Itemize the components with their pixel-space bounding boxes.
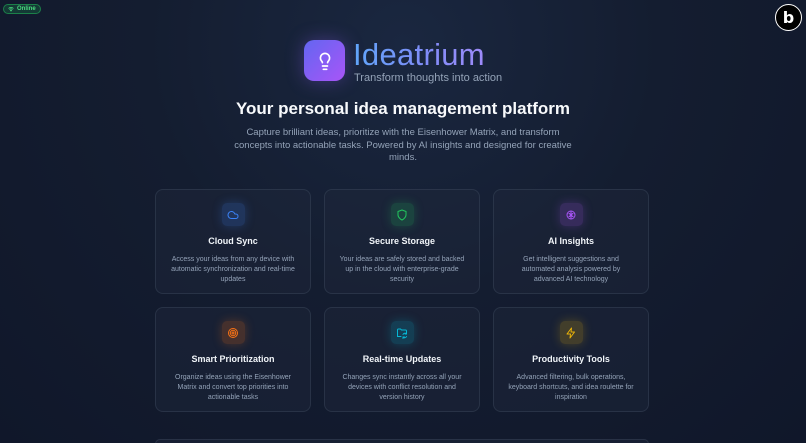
feature-title: AI Insights <box>547 236 594 246</box>
shield-icon <box>397 209 407 220</box>
feature-icon-badge <box>390 321 414 344</box>
brand-logo <box>304 40 345 81</box>
feature-icon-badge <box>559 321 583 344</box>
feature-card-cloud-sync: Cloud Sync Access your ideas from any de… <box>155 189 311 294</box>
feature-description: Changes sync instantly across all your d… <box>342 374 462 401</box>
corner-logo-letter: b <box>782 7 795 27</box>
hero-description: Capture brilliant ideas, prioritize with… <box>234 127 572 163</box>
feature-title: Secure Storage <box>368 236 436 246</box>
feature-description: Get intelligent suggestions and automate… <box>521 256 621 283</box>
corner-logo-badge[interactable]: b <box>775 4 802 31</box>
app-tagline: Transform thoughts into action <box>354 72 503 84</box>
feature-title: Smart Prioritization <box>191 354 275 364</box>
feature-card-smart-prioritization: Smart Prioritization Organize ideas usin… <box>155 307 311 412</box>
feature-icon-badge <box>221 321 245 344</box>
status-label: Online <box>17 6 36 12</box>
feature-title: Real-time Updates <box>362 354 442 364</box>
app-title: Ideatrium <box>353 39 502 70</box>
feature-description: Advanced filtering, bulk operations, key… <box>508 374 634 401</box>
feature-card-ai-insights: AI Insights Get intelligent suggestions … <box>493 189 649 294</box>
feature-card-real-time-updates: Real-time Updates Changes sync instantly… <box>324 307 480 412</box>
feature-description: Organize ideas using the Eisenhower Matr… <box>175 374 291 401</box>
feature-card-productivity-tools: Productivity Tools Advanced filtering, b… <box>493 307 649 412</box>
feature-card-secure-storage: Secure Storage Your ideas are safely sto… <box>324 189 480 294</box>
bottom-section-edge <box>155 439 649 443</box>
feature-title: Cloud Sync <box>208 236 258 246</box>
feature-title: Productivity Tools <box>532 354 610 364</box>
brain-icon <box>566 210 576 219</box>
feature-description: Access your ideas from any device with a… <box>171 256 295 283</box>
lightbulb-icon <box>319 52 330 70</box>
feature-icon-badge <box>221 203 245 226</box>
lightning-icon <box>566 327 575 338</box>
folder-sync-icon <box>397 328 407 339</box>
features-grid: Cloud Sync Access your ideas from any de… <box>155 189 649 412</box>
target-icon <box>228 327 238 338</box>
feature-description: Your ideas are safely stored and backed … <box>339 256 465 283</box>
feature-icon-badge <box>559 203 583 226</box>
feature-icon-badge <box>390 203 414 226</box>
wifi-icon <box>8 7 14 12</box>
online-status-badge: Online <box>3 4 41 14</box>
brand-header: Ideatrium Transform thoughts into action <box>304 39 503 84</box>
hero-headline: Your personal idea management platform <box>235 99 571 118</box>
cloud-icon <box>227 210 239 219</box>
